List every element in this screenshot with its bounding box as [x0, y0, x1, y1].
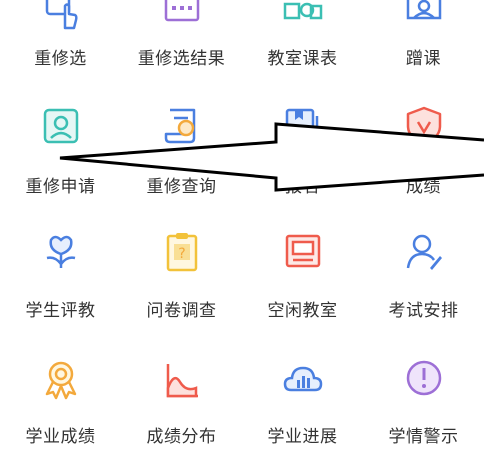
svg-text:?: ? [178, 246, 185, 262]
tile-grade-distribution[interactable]: 成绩分布 [121, 334, 242, 454]
tile-empty-classroom[interactable]: 空闲教室 [242, 208, 363, 328]
warning-circle-icon [402, 358, 446, 402]
tile-retake-select-result[interactable]: 重修选结果 [121, 0, 242, 72]
exam-person-pen-icon [402, 230, 446, 274]
tile-retake-query[interactable]: 重修查询 [121, 80, 242, 200]
tile-academic-progress[interactable]: 学业进展 [242, 334, 363, 454]
classroom-schedule-icon [281, 0, 325, 36]
tile-retake-select[interactable]: 重修选 [0, 0, 121, 72]
tile-label: 学业进展 [267, 427, 338, 447]
shield-check-icon [402, 104, 446, 148]
flower-evaluate-icon [39, 230, 83, 274]
tile-exam-arrangement[interactable]: 考试安排 [363, 208, 484, 328]
tile-label: 教室课表 [267, 49, 338, 69]
audit-class-icon [402, 0, 446, 36]
tile-audit-class[interactable]: 蹭课 [363, 0, 484, 72]
tile-registration[interactable]: 报名 [242, 80, 363, 200]
tile-label: 报名 [285, 177, 320, 197]
tile-label: 学情警示 [388, 427, 459, 447]
registration-book-icon [281, 104, 325, 148]
tile-label: 蹭课 [406, 49, 441, 69]
tile-label: 重修查询 [146, 177, 217, 197]
tile-student-evaluation[interactable]: 学生评教 [0, 208, 121, 328]
tile-label: 问卷调查 [146, 301, 217, 321]
distribution-chart-icon [160, 358, 204, 402]
tile-retake-apply[interactable]: 重修申请 [0, 80, 121, 200]
tile-label: 考试安排 [388, 301, 459, 321]
scroll-search-icon [160, 104, 204, 148]
tile-classroom-schedule[interactable]: 教室课表 [242, 0, 363, 72]
award-medal-icon [39, 358, 83, 402]
tile-label: 成绩分布 [146, 427, 217, 447]
tile-label: 成绩 [406, 177, 441, 197]
id-card-icon [39, 104, 83, 148]
tile-label: 重修选 [34, 49, 87, 69]
tile-academic-grades[interactable]: 学业成绩 [0, 334, 121, 454]
tile-academic-warning[interactable]: 学情警示 [363, 334, 484, 454]
tile-label: 重修申请 [25, 177, 96, 197]
tile-label: 重修选结果 [137, 49, 226, 69]
tile-label: 学生评教 [25, 301, 96, 321]
tile-grades[interactable]: 成绩 [363, 80, 484, 200]
progress-cloud-chart-icon [281, 358, 325, 402]
touch-select-icon [39, 0, 83, 36]
tile-questionnaire[interactable]: ? 问卷调查 [121, 208, 242, 328]
tile-label: 学业成绩 [25, 427, 96, 447]
calendar-grid-icon [160, 0, 204, 36]
questionnaire-clipboard-icon: ? [160, 230, 204, 274]
empty-classroom-icon [281, 230, 325, 274]
tile-label: 空闲教室 [267, 301, 338, 321]
